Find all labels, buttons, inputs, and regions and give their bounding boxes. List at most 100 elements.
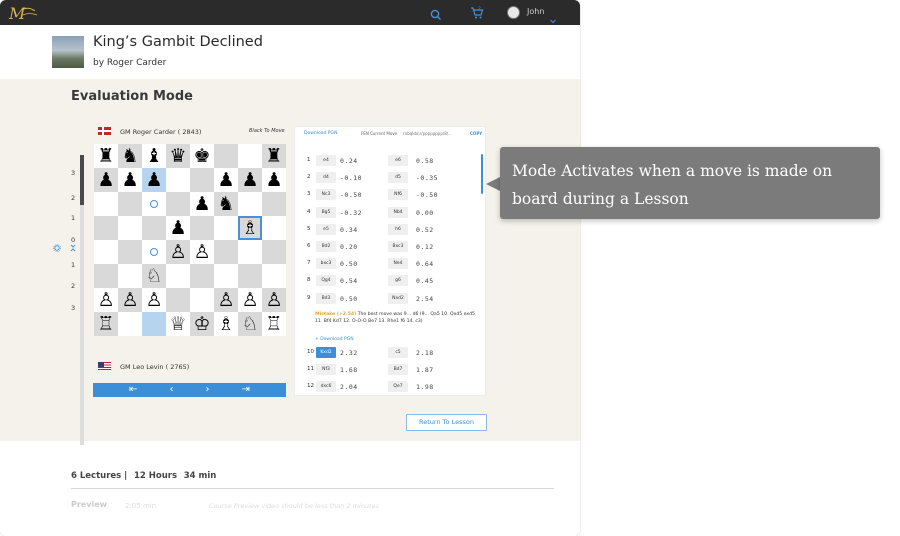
download-pgn-link[interactable]: Download PGN bbox=[304, 131, 337, 136]
board-square[interactable] bbox=[190, 216, 214, 240]
fen-value[interactable]: rnbqkbnr/pppppppp/8/... bbox=[403, 131, 452, 136]
board-square[interactable] bbox=[94, 192, 118, 216]
board-square[interactable] bbox=[262, 216, 286, 240]
board-square[interactable] bbox=[94, 240, 118, 264]
chess-piece[interactable]: ♘ bbox=[241, 314, 258, 334]
board-square[interactable] bbox=[238, 264, 262, 288]
board-square[interactable]: ♞ bbox=[214, 192, 238, 216]
flip-board-icon[interactable] bbox=[69, 237, 77, 256]
white-move-button[interactable]: Bd2 bbox=[316, 241, 336, 252]
white-move-button[interactable]: dxc6 bbox=[316, 381, 336, 392]
board-square[interactable]: ♚ bbox=[190, 144, 214, 168]
chess-piece[interactable]: ♙ bbox=[97, 290, 114, 310]
chess-board[interactable]: ♜ ♞ ♝ ♛ ♚ ♜ ♟ ♟ ♟ ♟ ♟ ♟ ♟ ♞ ♟ ♗ ♙ ♙ ♘ ♙ ♙ ♙ ♙ ♙ ♙ ♖ ♕ ♔ ♗ ♘ ♖ bbox=[94, 144, 286, 336]
board-square[interactable] bbox=[166, 168, 190, 192]
chess-piece[interactable]: ♟ bbox=[97, 170, 114, 190]
board-square[interactable] bbox=[238, 240, 262, 264]
chess-piece[interactable]: ♖ bbox=[265, 314, 282, 334]
logo[interactable]: M bbox=[8, 2, 40, 23]
last-move-button[interactable]: ⇥ bbox=[242, 385, 250, 395]
board-square[interactable] bbox=[166, 288, 190, 312]
board-square[interactable] bbox=[118, 312, 142, 336]
return-to-lesson-button[interactable]: Return To Lesson bbox=[406, 414, 487, 431]
board-square[interactable] bbox=[190, 168, 214, 192]
board-square[interactable] bbox=[190, 288, 214, 312]
white-move-button[interactable]: d4 bbox=[316, 172, 336, 183]
board-square[interactable]: ♔ bbox=[190, 312, 214, 336]
chess-piece[interactable]: ♗ bbox=[241, 218, 258, 238]
board-square[interactable]: ♝ bbox=[142, 144, 166, 168]
board-square[interactable]: ♖ bbox=[94, 312, 118, 336]
board-square[interactable] bbox=[214, 144, 238, 168]
board-square[interactable]: ♙ bbox=[118, 288, 142, 312]
chess-piece[interactable]: ♞ bbox=[121, 146, 138, 166]
chess-piece[interactable]: ♛ bbox=[169, 146, 186, 166]
black-move-button[interactable]: c5 bbox=[388, 347, 408, 358]
white-move-button[interactable]: Kxd2 bbox=[316, 347, 336, 358]
cart-icon[interactable]: 2 bbox=[470, 5, 484, 24]
board-square[interactable]: ♙ bbox=[166, 240, 190, 264]
moves-scrollbar[interactable] bbox=[481, 154, 483, 194]
chess-piece[interactable]: ♟ bbox=[121, 170, 138, 190]
board-square[interactable] bbox=[142, 312, 166, 336]
white-move-button[interactable]: Nf3 bbox=[316, 364, 336, 375]
board-square[interactable] bbox=[262, 264, 286, 288]
white-move-button[interactable]: bxc3 bbox=[316, 258, 336, 269]
board-square[interactable] bbox=[94, 264, 118, 288]
board-square[interactable]: ♙ bbox=[142, 288, 166, 312]
board-square[interactable]: ♙ bbox=[238, 288, 262, 312]
board-square[interactable] bbox=[118, 216, 142, 240]
chess-piece[interactable]: ♘ bbox=[145, 266, 162, 286]
user-name[interactable]: John bbox=[527, 7, 544, 16]
white-move-button[interactable]: Bg5 bbox=[316, 207, 336, 218]
board-square[interactable] bbox=[262, 192, 286, 216]
board-square[interactable]: ♜ bbox=[262, 144, 286, 168]
white-move-button[interactable]: e5 bbox=[316, 224, 336, 235]
board-square[interactable]: ♙ bbox=[190, 240, 214, 264]
chess-piece[interactable]: ♗ bbox=[217, 314, 234, 334]
white-move-button[interactable]: Nc3 bbox=[316, 189, 336, 200]
next-move-button[interactable]: › bbox=[206, 385, 210, 395]
white-move-button[interactable]: Bd3 bbox=[316, 293, 336, 304]
chess-piece[interactable]: ♟ bbox=[217, 170, 234, 190]
chess-piece[interactable]: ♙ bbox=[145, 290, 162, 310]
chevron-down-icon[interactable] bbox=[550, 9, 556, 28]
board-square[interactable] bbox=[190, 264, 214, 288]
board-square[interactable]: ♟ bbox=[214, 168, 238, 192]
black-move-button[interactable]: Qe7 bbox=[388, 381, 408, 392]
board-square[interactable] bbox=[142, 240, 166, 264]
board-square[interactable]: ♕ bbox=[166, 312, 190, 336]
chess-piece[interactable]: ♙ bbox=[193, 242, 210, 262]
chess-piece[interactable]: ♝ bbox=[145, 146, 162, 166]
black-move-button[interactable]: Nf6 bbox=[388, 189, 408, 200]
board-square[interactable]: ♟ bbox=[142, 168, 166, 192]
chess-piece[interactable]: ♖ bbox=[97, 314, 114, 334]
board-square[interactable]: ♘ bbox=[142, 264, 166, 288]
board-square[interactable]: ♙ bbox=[94, 288, 118, 312]
legal-move-dot-icon[interactable] bbox=[150, 248, 158, 256]
chess-piece[interactable]: ♙ bbox=[217, 290, 234, 310]
user-avatar[interactable] bbox=[507, 6, 520, 19]
board-square[interactable] bbox=[118, 264, 142, 288]
board-square[interactable] bbox=[214, 264, 238, 288]
previous-move-button[interactable]: ‹ bbox=[169, 385, 173, 395]
board-square[interactable]: ♟ bbox=[118, 168, 142, 192]
mistake-download-pgn-link[interactable]: + Download PGN bbox=[315, 337, 354, 342]
board-square[interactable] bbox=[142, 216, 166, 240]
board-square[interactable] bbox=[238, 144, 262, 168]
settings-icon[interactable] bbox=[53, 237, 61, 256]
board-square[interactable] bbox=[118, 240, 142, 264]
board-square[interactable]: ♜ bbox=[94, 144, 118, 168]
black-move-button[interactable]: Ne4 bbox=[388, 258, 408, 269]
board-square[interactable]: ♛ bbox=[166, 144, 190, 168]
black-move-button[interactable]: Bxc3 bbox=[388, 241, 408, 252]
copy-fen-button[interactable]: COPY bbox=[470, 131, 482, 136]
chess-piece[interactable]: ♙ bbox=[121, 290, 138, 310]
chess-piece[interactable]: ♟ bbox=[241, 170, 258, 190]
board-square[interactable] bbox=[262, 240, 286, 264]
board-square[interactable] bbox=[214, 240, 238, 264]
black-move-button[interactable]: Bd7 bbox=[388, 364, 408, 375]
chess-piece[interactable]: ♜ bbox=[97, 146, 114, 166]
chess-piece[interactable]: ♟ bbox=[145, 170, 162, 190]
board-square[interactable] bbox=[214, 216, 238, 240]
